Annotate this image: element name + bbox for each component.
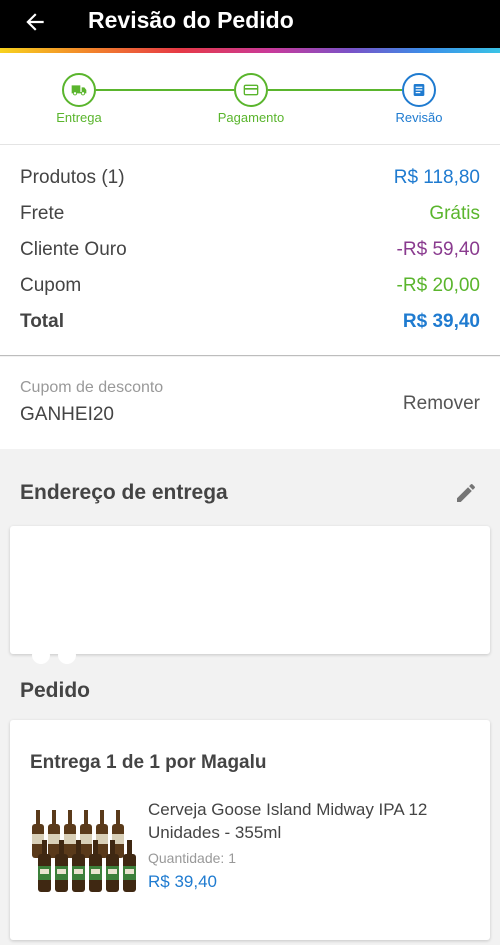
coupon-code: GANHEI20 [20,404,114,425]
summary-value: R$ 118,80 [393,167,480,188]
address-card[interactable] [10,526,490,654]
list-icon [413,84,425,96]
summary-row-produtos: Produtos (1) R$ 118,80 [20,167,480,197]
pencil-icon[interactable] [454,481,478,505]
truck-icon [71,85,87,96]
product-price: R$ 39,40 [148,872,217,891]
remove-coupon-button[interactable]: Remover [403,393,480,415]
summary-label: Cupom [20,275,82,296]
step-pagamento[interactable] [234,73,268,107]
checkout-stepper: Entrega Pagamento Revisão [0,53,500,145]
summary-label: Cliente Ouro [20,239,127,260]
card-icon [243,84,259,96]
delivery-label: Entrega 1 de 1 por Magalu [30,752,267,773]
stepper-connector [96,89,234,91]
page-title: Revisão do Pedido [88,7,294,33]
summary-row-frete: Frete Grátis [20,203,480,233]
arrow-left-icon[interactable] [22,9,48,35]
summary-row-cupom: Cupom -R$ 20,00 [20,275,480,305]
quantity-label: Quantidade: [148,850,225,866]
quantity-value: 1 [228,850,237,866]
summary-value: R$ 39,40 [402,311,480,332]
summary-row-total: Total R$ 39,40 [20,311,480,341]
address-card-decoration [32,646,78,664]
product-quantity: Quantidade: 1 [148,850,236,866]
product-image [32,810,136,892]
step-label-entrega: Entrega [56,110,102,125]
step-entrega[interactable] [62,73,96,107]
app-bar: Revisão do Pedido [0,0,500,48]
summary-value: Grátis [429,203,480,224]
summary-value: -R$ 20,00 [396,275,480,296]
summary-label: Total [20,311,64,332]
order-section-title: Pedido [20,679,91,702]
order-summary: Produtos (1) R$ 118,80 Frete Grátis Clie… [0,145,500,356]
step-label-revisao: Revisão [395,110,443,125]
product-name[interactable]: Cerveja Goose Island Midway IPA 12 Unida… [148,798,468,844]
coupon-section: Cupom de desconto GANHEI20 Remover [0,357,500,449]
coupon-label: Cupom de desconto [20,379,164,396]
summary-label: Frete [20,203,65,224]
step-label-pagamento: Pagamento [217,110,285,125]
stepper-connector [268,89,402,91]
step-revisao[interactable] [402,73,436,107]
order-card: Entrega 1 de 1 por Magalu Cerveja Goose … [10,720,490,940]
summary-value: -R$ 59,40 [396,239,480,260]
address-section-title: Endereço de entrega [20,481,228,504]
summary-row-cliente-ouro: Cliente Ouro -R$ 59,40 [20,239,480,269]
summary-label: Produtos (1) [20,167,125,188]
